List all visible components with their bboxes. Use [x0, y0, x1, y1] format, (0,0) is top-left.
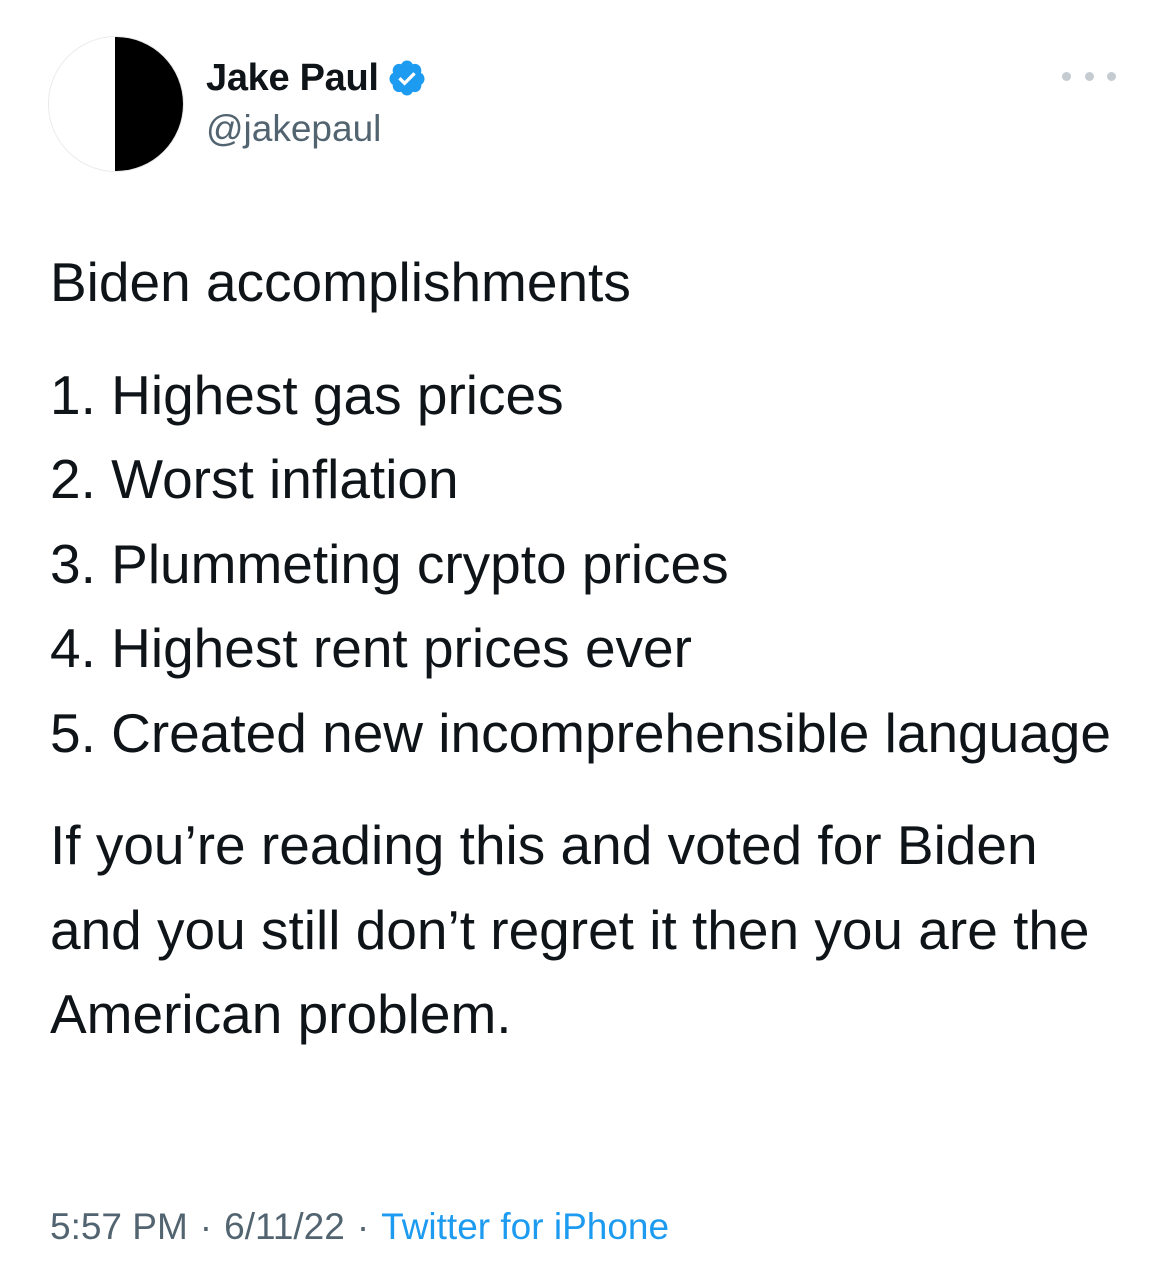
avatar[interactable] [48, 36, 184, 172]
list-item: 5. Created new incomprehensible language [50, 701, 1111, 764]
author-handle[interactable]: @jakepaul [206, 108, 381, 150]
author-name-row[interactable]: Jake Paul [206, 54, 427, 102]
tweet-time[interactable]: 5:57 PM [50, 1206, 188, 1247]
half-black-circle-avatar-icon [49, 37, 183, 171]
list-item: 4. Highest rent prices ever [50, 617, 692, 679]
tweet-text: Biden accomplishments 1. Highest gas pri… [50, 240, 1140, 1057]
list-item: 2. Worst inflation [50, 448, 459, 510]
tweet-source-link[interactable]: Twitter for iPhone [381, 1206, 669, 1247]
meta-separator: · [356, 1206, 370, 1247]
tweet-intro: Biden accomplishments [50, 251, 631, 313]
tweet-meta: 5:57 PM · 6/11/22 · Twitter for iPhone [50, 1202, 669, 1252]
tweet-date[interactable]: 6/11/22 [224, 1206, 345, 1247]
tweet-list: 1. Highest gas prices 2. Worst inflation… [50, 353, 1140, 776]
list-item: 3. Plummeting crypto prices [50, 532, 729, 595]
author-display-name[interactable]: Jake Paul [206, 57, 379, 100]
meta-separator: · [199, 1206, 213, 1247]
verified-badge-icon [387, 58, 427, 98]
list-item: 1. Highest gas prices [50, 363, 564, 426]
more-options-button[interactable] [1062, 62, 1116, 90]
more-options-icon [1062, 71, 1071, 81]
tweet-closing: If you’re reading this and voted for Bid… [50, 814, 1090, 1045]
more-options-icon [1107, 71, 1116, 81]
more-options-icon [1084, 71, 1094, 81]
